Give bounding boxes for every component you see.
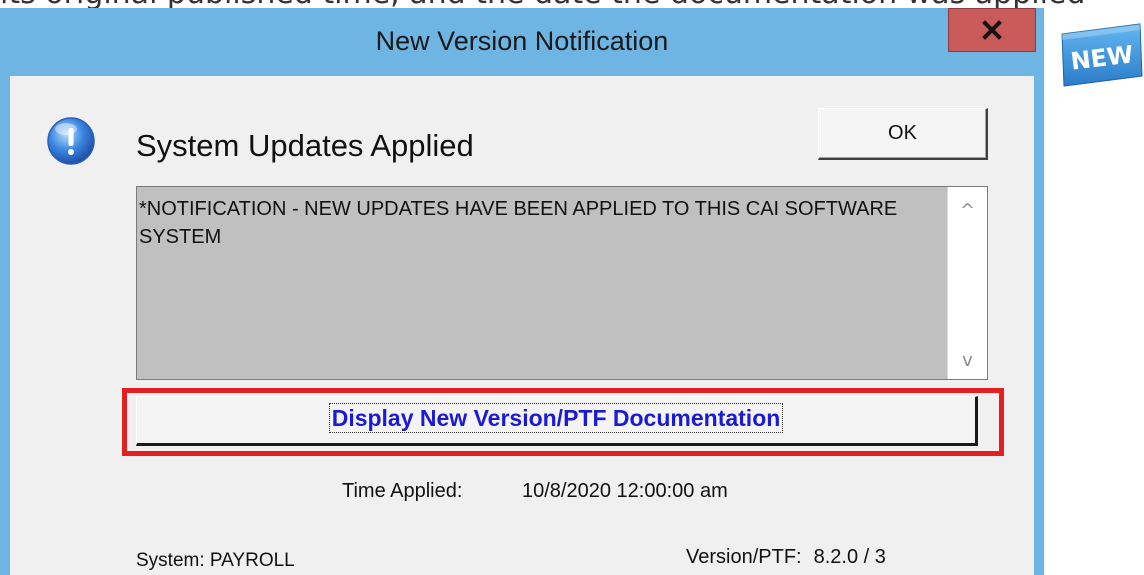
new-version-dialog: New Version Notification System Updates … xyxy=(0,8,1044,575)
message-textarea[interactable]: *NOTIFICATION - NEW UPDATES HAVE BEEN AP… xyxy=(136,186,988,380)
system-label: System: PAYROLL xyxy=(136,550,295,571)
version-ptf: Version/PTF: 8.2.0 / 3 xyxy=(686,546,886,569)
message-text: *NOTIFICATION - NEW UPDATES HAVE BEEN AP… xyxy=(139,198,898,248)
display-documentation-button[interactable]: Display New Version/PTF Documentation xyxy=(136,396,978,446)
ok-button[interactable]: OK xyxy=(818,108,988,160)
close-icon xyxy=(982,20,1002,40)
dialog-heading: System Updates Applied xyxy=(136,128,474,163)
time-applied-label: Time Applied: xyxy=(342,480,463,502)
message-scrollbar[interactable]: ^ v xyxy=(947,187,987,379)
page: its original published time, and the dat… xyxy=(0,0,1144,575)
version-ptf-value: 8.2.0 / 3 xyxy=(813,546,886,568)
title-bar[interactable]: New Version Notification xyxy=(0,8,1044,76)
info-icon xyxy=(47,117,95,165)
time-applied-value: 10/8/2020 12:00:00 am xyxy=(522,480,728,502)
close-button[interactable] xyxy=(948,8,1036,52)
scroll-up-button[interactable]: ^ xyxy=(948,193,987,229)
display-documentation-label: Display New Version/PTF Documentation xyxy=(328,403,784,433)
new-badge-icon: NEW xyxy=(1061,23,1143,87)
version-ptf-label: Version/PTF: xyxy=(686,546,802,568)
scroll-down-button[interactable]: v xyxy=(948,343,987,379)
dialog-client-area: System Updates Applied OK *NOTIFICATION … xyxy=(10,76,1034,575)
window-title: New Version Notification xyxy=(375,26,669,56)
